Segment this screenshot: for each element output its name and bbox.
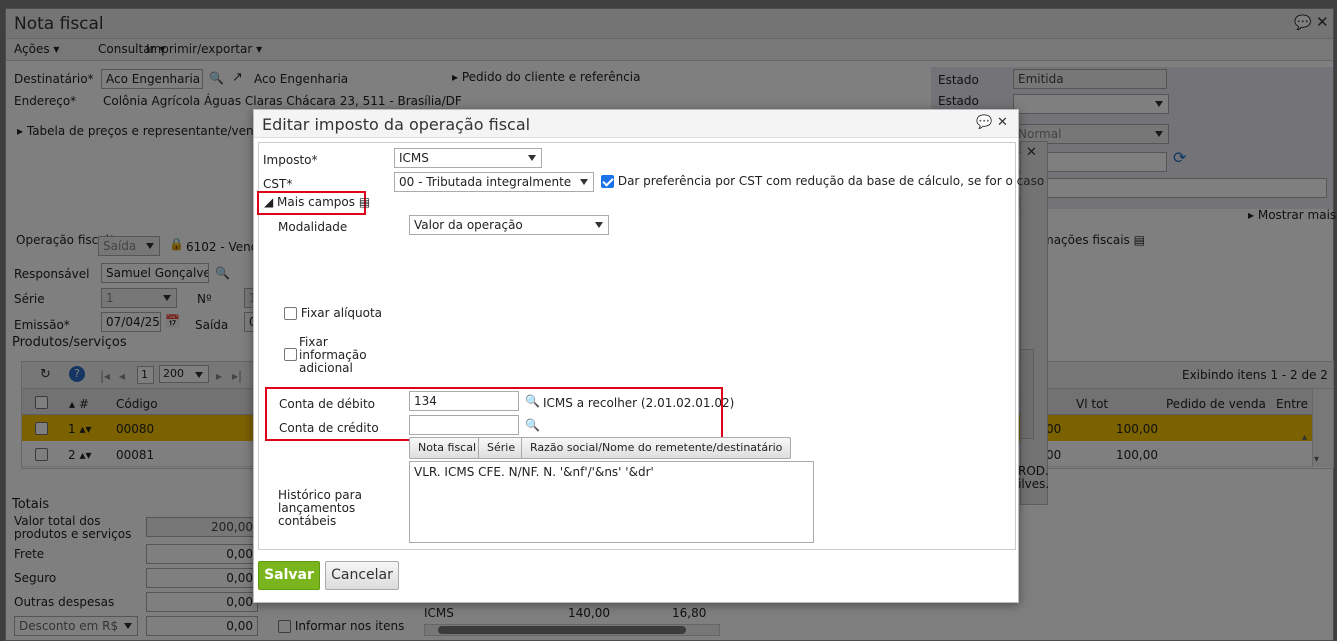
modalidade-label: Modalidade [278,220,348,234]
save-button[interactable]: Salvar [258,561,320,590]
close-icon[interactable]: ✕ [997,116,1008,129]
conta-debito-desc: ICMS a recolher (2.01.02.01.02) [543,396,735,410]
cst-label: CST* [263,177,293,191]
fixar-aliquota-checkbox[interactable]: Fixar alíquota [284,306,382,320]
cancel-button[interactable]: Cancelar [325,561,399,590]
mais-campos-toggle[interactable]: ◢ Mais campos ▤ [264,195,370,209]
search-icon[interactable]: 🔍 [525,419,540,431]
conta-debito-label: Conta de débito [279,397,376,411]
historico-label: Histórico para lançamentos contábeis [278,488,362,528]
fixar-info-label: Fixar informação adicional [299,335,367,375]
cst-select[interactable]: 00 - Tributada integralmente [394,172,594,192]
imposto-label: Imposto* [263,153,318,167]
editar-imposto-dialog: Editar imposto da operação fiscal 💬 ✕ Im… [253,109,1044,603]
serie-button[interactable]: Série [478,437,525,459]
modalidade-select[interactable]: Valor da operação [409,215,609,235]
dialog-title: Editar imposto da operação fiscal [262,115,531,134]
preferencia-checkbox[interactable]: Dar preferência por CST com redução da b… [601,174,1044,188]
razao-social-button[interactable]: Razão social/Nome do remetente/destinatá… [521,437,792,459]
nota-fiscal-button[interactable]: Nota fiscal [409,437,486,459]
imposto-select[interactable]: ICMS [394,148,542,168]
fixar-info-checkbox[interactable] [284,347,297,361]
chat-icon[interactable]: 💬 [976,116,992,129]
dialog-body: Imposto* ICMS CST* 00 - Tributada integr… [257,142,1044,550]
search-icon[interactable]: 🔍 [525,395,540,407]
historico-textarea[interactable]: VLR. ICMS CFE. N/NF. N. '&nf'/'&ns' '&dr… [409,461,814,543]
dialog-header: Editar imposto da operação fiscal 💬 ✕ [254,110,1018,138]
conta-debito-input[interactable]: 134 [409,391,519,411]
conta-credito-label: Conta de crédito [279,421,379,435]
conta-credito-input[interactable] [409,415,519,435]
